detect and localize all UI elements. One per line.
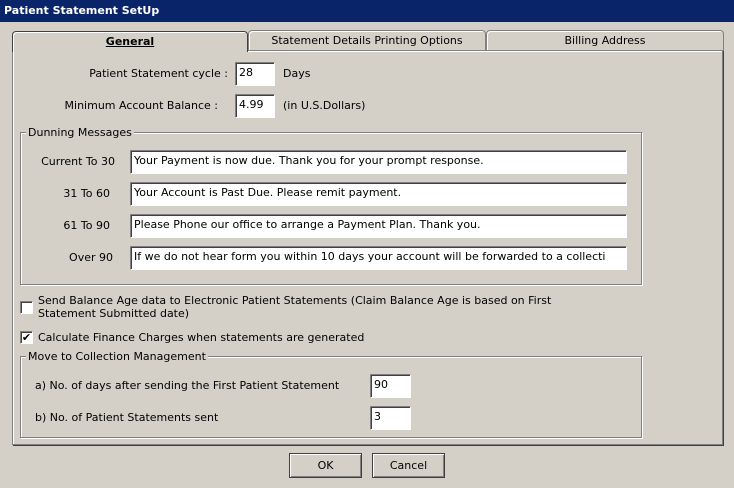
collection-count-label: b) No. of Patient Statements sent xyxy=(35,411,219,424)
minimum-balance-unit: (in U.S.Dollars) xyxy=(283,99,366,112)
collection-management-title: Move to Collection Management xyxy=(26,350,208,363)
collection-count-input[interactable]: 3 xyxy=(370,406,411,430)
dunning-label-over-90: Over 90 xyxy=(69,251,113,264)
tab-billing-address[interactable]: Billing Address xyxy=(486,30,724,51)
tab-general-label: General xyxy=(105,35,155,48)
dunning-messages-title: Dunning Messages xyxy=(26,126,134,139)
window-title: Patient Statement SetUp xyxy=(0,0,734,22)
collection-days-label: a) No. of days after sending the First P… xyxy=(35,379,340,392)
tab-general[interactable]: General xyxy=(12,31,248,52)
send-balance-age-label: Send Balance Age data to Electronic Pati… xyxy=(38,294,552,320)
send-balance-age-checkbox[interactable] xyxy=(20,301,33,314)
dunning-message-over-90[interactable]: If we do not hear form you within 10 day… xyxy=(130,246,627,270)
collection-management-group xyxy=(20,356,642,438)
dunning-label-61-90: 61 To 90 xyxy=(63,219,110,232)
tab-statement-details-printing-options[interactable]: Statement Details Printing Options xyxy=(248,30,486,51)
statement-cycle-unit: Days xyxy=(283,67,311,80)
dunning-message-31-60[interactable]: Your Account is Past Due. Please remit p… xyxy=(130,182,627,206)
minimum-balance-label: Minimum Account Balance : xyxy=(64,99,218,112)
collection-days-input[interactable]: 90 xyxy=(370,374,411,398)
minimum-balance-input[interactable]: 4.99 xyxy=(235,94,275,118)
dunning-message-current-30[interactable]: Your Payment is now due. Thank you for y… xyxy=(130,150,627,174)
dunning-message-61-90[interactable]: Please Phone our office to arrange a Pay… xyxy=(130,214,627,238)
calculate-finance-checkbox[interactable]: ✔ xyxy=(20,331,33,344)
tab-billing-address-label: Billing Address xyxy=(564,34,646,47)
cancel-button[interactable]: Cancel xyxy=(372,453,445,478)
checkmark-icon: ✔ xyxy=(21,331,32,344)
ok-button[interactable]: OK xyxy=(289,453,362,478)
dunning-label-current-30: Current To 30 xyxy=(41,155,115,168)
statement-cycle-input[interactable]: 28 xyxy=(235,62,275,86)
dunning-label-31-60: 31 To 60 xyxy=(63,187,110,200)
tab-statement-details-label: Statement Details Printing Options xyxy=(271,34,463,47)
statement-cycle-label: Patient Statement cycle : xyxy=(89,67,228,80)
calculate-finance-label: Calculate Finance Charges when statement… xyxy=(38,331,365,344)
